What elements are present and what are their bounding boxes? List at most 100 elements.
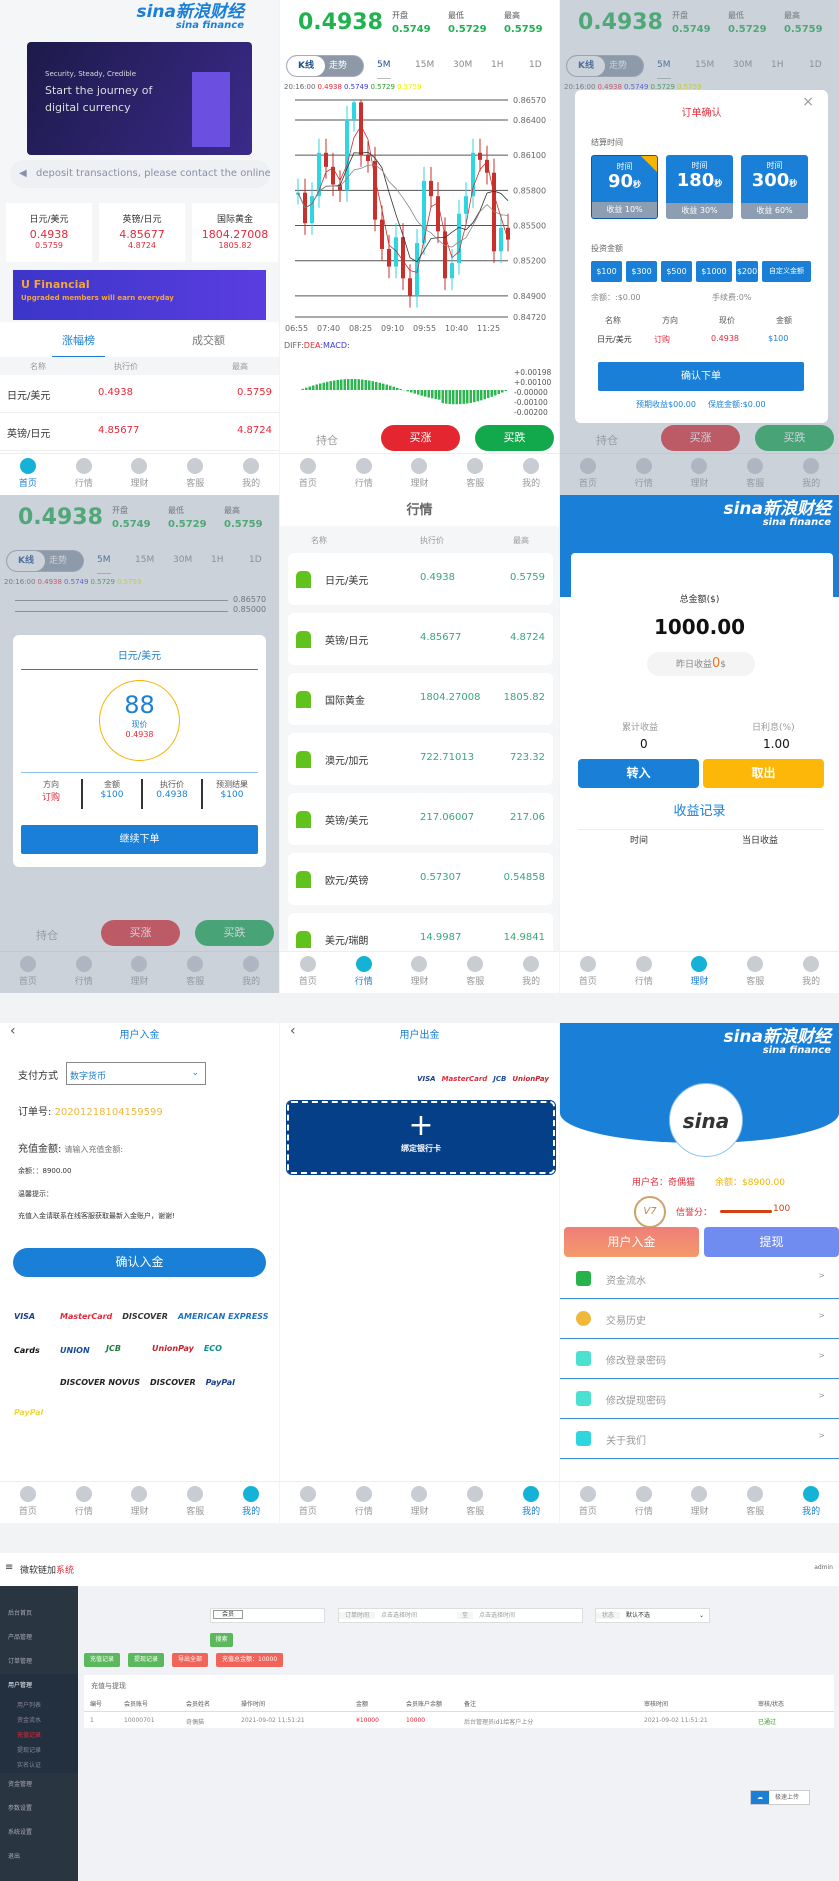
- member-select[interactable]: 会员: [213, 1610, 244, 1619]
- nav-home[interactable]: 首页: [280, 952, 336, 993]
- mode-trend[interactable]: 走势: [329, 56, 347, 76]
- time-from-input[interactable]: 点击选择时间: [381, 1612, 417, 1619]
- menu-item[interactable]: 修改登录密码 >: [560, 1339, 839, 1379]
- menu-item[interactable]: 关于我们 >: [560, 1419, 839, 1459]
- promo-banner[interactable]: U Financial Upgraded members will earn e…: [13, 270, 266, 320]
- nav-profile[interactable]: 我的: [503, 454, 559, 495]
- settle-option[interactable]: 时间 300秒 收益 60%: [741, 155, 808, 219]
- continue-order-button[interactable]: 继续下单: [21, 825, 258, 854]
- withdraw-out-button[interactable]: 取出: [703, 759, 824, 788]
- period-tab[interactable]: 5M: [377, 60, 391, 79]
- table-row[interactable]: 日元/美元 0.4938 0.5759: [0, 375, 279, 413]
- transfer-in-button[interactable]: 转入: [578, 759, 699, 788]
- time-to-input[interactable]: 点击选择时间: [479, 1612, 515, 1619]
- notice-bar[interactable]: ◀ deposit transactions, please contact th…: [10, 160, 270, 188]
- nav-profile[interactable]: 我的: [783, 952, 839, 993]
- market-row[interactable]: 欧元/英镑 0.57307 0.54858: [288, 853, 553, 905]
- search-button[interactable]: 搜索: [210, 1633, 233, 1647]
- nav-market[interactable]: 行情: [616, 952, 672, 993]
- chart-mode-toggle[interactable]: K线 走势: [286, 55, 364, 77]
- upload-button[interactable]: ☁ 极速上传: [750, 1790, 810, 1805]
- sidebar-item[interactable]: 资金流水: [0, 1713, 78, 1728]
- nav-service[interactable]: 客服: [727, 1482, 783, 1523]
- quote-card[interactable]: 英镑/日元 4.85677 4.8724: [99, 203, 185, 262]
- nav-service[interactable]: 客服: [447, 1482, 503, 1523]
- amount-option[interactable]: $200: [736, 261, 758, 282]
- market-row[interactable]: 国际黄金 1804.27008 1805.82: [288, 673, 553, 725]
- period-tab[interactable]: 15M: [415, 60, 434, 70]
- pay-method-select[interactable]: 数字货币 ⌄: [66, 1062, 206, 1085]
- sidebar-item[interactable]: 充值记录: [0, 1728, 78, 1743]
- sidebar-item[interactable]: 后台首页: [0, 1602, 78, 1626]
- period-tab[interactable]: 30M: [453, 60, 472, 70]
- nav-market[interactable]: 行情: [616, 1482, 672, 1523]
- market-row[interactable]: 日元/美元 0.4938 0.5759: [288, 553, 553, 605]
- nav-service[interactable]: 客服: [727, 952, 783, 993]
- nav-profile[interactable]: 我的: [503, 1482, 559, 1523]
- amount-option[interactable]: $300: [626, 261, 657, 282]
- menu-item[interactable]: 修改提现密码 >: [560, 1379, 839, 1419]
- nav-profile[interactable]: 我的: [223, 454, 279, 495]
- amount-option[interactable]: 自定义金额: [762, 261, 811, 282]
- buy-up-button[interactable]: 买涨: [381, 425, 460, 451]
- amount-input[interactable]: [64, 1145, 175, 1154]
- nav-home[interactable]: 首页: [280, 454, 336, 495]
- status-select[interactable]: 状态 默认不选 ⌄: [595, 1608, 710, 1623]
- bind-card-button[interactable]: + 绑定银行卡: [286, 1100, 556, 1175]
- settle-option[interactable]: 时间 180秒 收益 30%: [666, 155, 733, 219]
- admin-action-button[interactable]: 提现记录: [128, 1653, 165, 1667]
- nav-market[interactable]: 行情: [336, 952, 392, 993]
- nav-finance[interactable]: 理财: [392, 454, 448, 495]
- period-tab[interactable]: 1D: [529, 60, 542, 70]
- sidebar-item[interactable]: 订单管理: [0, 1650, 78, 1674]
- admin-action-button[interactable]: 导出全部: [172, 1653, 209, 1667]
- tab-gainers[interactable]: 涨幅榜: [52, 332, 105, 358]
- nav-service[interactable]: 客服: [167, 1482, 223, 1523]
- nav-service[interactable]: 客服: [447, 952, 503, 993]
- admin-user-menu[interactable]: admin: [814, 1564, 833, 1571]
- nav-finance[interactable]: 理财: [392, 952, 448, 993]
- buy-down-button[interactable]: 买跌: [475, 425, 554, 451]
- nav-profile[interactable]: 我的: [783, 1482, 839, 1523]
- nav-home[interactable]: 首页: [0, 454, 56, 495]
- sidebar-item[interactable]: 退出: [0, 1845, 78, 1869]
- nav-home[interactable]: 首页: [0, 1482, 56, 1523]
- amount-option[interactable]: $100: [591, 261, 622, 282]
- admin-action-button[interactable]: 充值总金额：10000: [216, 1653, 284, 1667]
- table-row[interactable]: 英镑/日元 4.85677 4.8724: [0, 413, 279, 451]
- mode-kline[interactable]: K线: [287, 56, 325, 76]
- avatar[interactable]: sina: [669, 1083, 743, 1157]
- amount-option[interactable]: $1000: [696, 261, 732, 282]
- nav-profile[interactable]: 我的: [223, 1482, 279, 1523]
- member-search[interactable]: 会员: [210, 1608, 325, 1623]
- nav-market[interactable]: 行情: [56, 1482, 112, 1523]
- quote-card[interactable]: 国际黄金 1804.27008 1805.82: [192, 203, 278, 262]
- amount-option[interactable]: $500: [661, 261, 692, 282]
- nav-market[interactable]: 行情: [336, 454, 392, 495]
- quote-card[interactable]: 日元/美元 0.4938 0.5759: [6, 203, 92, 262]
- sidebar-item[interactable]: 参数设置: [0, 1797, 78, 1821]
- nav-finance[interactable]: 理财: [392, 1482, 448, 1523]
- sidebar-item[interactable]: 提现记录: [0, 1743, 78, 1758]
- deposit-button[interactable]: 用户入金: [564, 1227, 699, 1257]
- admin-action-button[interactable]: 充值记录: [84, 1653, 121, 1667]
- nav-home[interactable]: 首页: [560, 952, 616, 993]
- nav-finance[interactable]: 理财: [112, 454, 168, 495]
- nav-home[interactable]: 首页: [560, 1482, 616, 1523]
- settle-option[interactable]: 时间 90秒 收益 10%: [591, 155, 658, 219]
- banner[interactable]: Security, Steady, Credible Start the jou…: [27, 42, 252, 155]
- table-cell[interactable]: 已通过: [758, 1717, 776, 1726]
- sidebar-item[interactable]: 用户列表: [0, 1698, 78, 1713]
- market-row[interactable]: 澳元/加元 722.71013 723.32: [288, 733, 553, 785]
- menu-icon[interactable]: ≡: [5, 1562, 13, 1573]
- income-record-link[interactable]: 收益记录: [560, 800, 839, 819]
- sidebar-item[interactable]: 资金管理: [0, 1773, 78, 1797]
- time-range[interactable]: 订单时间 点击选择时间至点击选择时间: [338, 1608, 583, 1623]
- market-row[interactable]: 英镑/日元 4.85677 4.8724: [288, 613, 553, 665]
- period-tab[interactable]: 1H: [491, 60, 504, 70]
- confirm-deposit-button[interactable]: 确认入金: [13, 1248, 266, 1277]
- close-icon[interactable]: ×: [802, 94, 814, 110]
- sidebar-item[interactable]: 产品管理: [0, 1626, 78, 1650]
- sidebar-item[interactable]: 系统设置: [0, 1821, 78, 1845]
- hold-button[interactable]: 持仓: [316, 432, 338, 448]
